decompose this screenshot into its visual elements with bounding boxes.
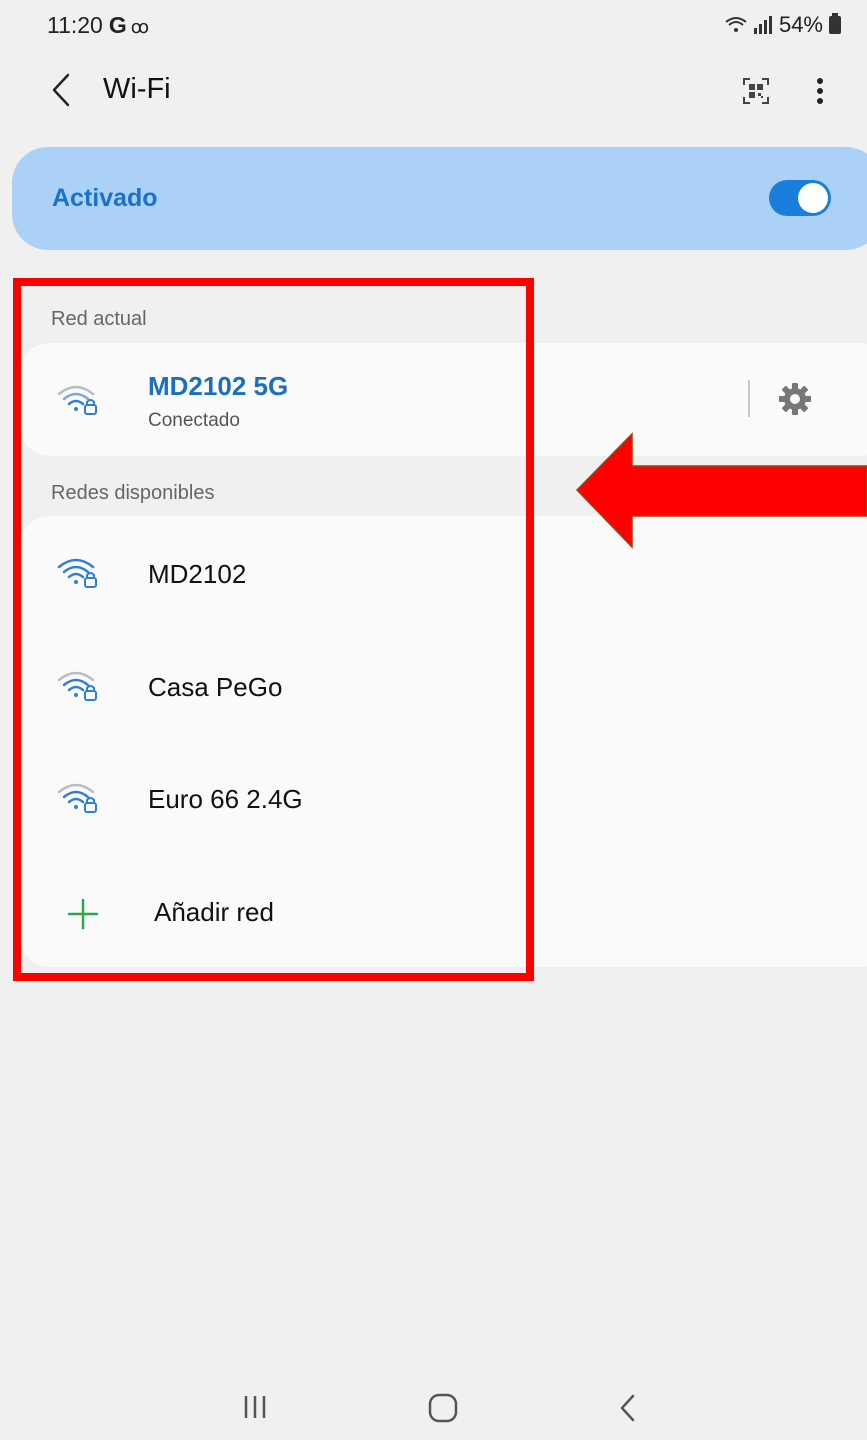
arrow-annotation [575,432,867,549]
battery-percent: 54% [778,12,823,37]
gear-icon [779,383,811,415]
more-options-button[interactable] [806,73,834,109]
wifi-lock-icon [57,558,97,588]
status-time: 11:20 [47,12,103,38]
add-network-button[interactable]: Añadir red [20,862,520,962]
back-button[interactable] [46,71,80,109]
back-nav-button[interactable] [615,1390,641,1426]
wifi-lock-icon [57,385,97,415]
qr-code-button[interactable] [742,77,770,105]
current-network-status: Conectado [148,410,240,431]
recents-button[interactable] [236,1392,274,1422]
wifi-switch[interactable] [769,180,831,216]
status-left: 11:20 Gꝏ [47,12,149,39]
wifi-lock-icon [57,671,97,701]
network-name: MD2102 [148,559,247,589]
back-icon [620,1394,635,1422]
recents-icon [244,1396,266,1418]
home-icon [428,1393,458,1423]
current-network-name: MD2102 5G [148,371,289,401]
voicemail-icon: ꝏ [130,17,150,37]
chevron-left-icon [52,73,70,107]
switch-knob [798,183,828,213]
current-network-row[interactable]: MD2102 5G Conectado [20,349,520,449]
network-row[interactable]: Casa PeGo [20,637,520,737]
more-vert-icon [817,78,823,104]
page-title: Wi-Fi [103,73,171,105]
toggle-label: Activado [52,184,158,212]
divider [748,380,750,417]
signal-icon [753,16,772,34]
network-row[interactable]: MD2102 [20,524,520,624]
add-network-label: Añadir red [154,897,274,927]
status-bar: 11:20 Gꝏ 54% [0,0,867,50]
plus-icon [67,898,99,930]
wifi-toggle-card[interactable]: Activado [12,147,867,250]
qr-code-icon [743,78,769,104]
navigation-bar [0,1370,867,1440]
home-button[interactable] [425,1390,461,1426]
network-row[interactable]: Euro 66 2.4G [20,749,520,849]
battery-icon [829,13,841,34]
network-name: Euro 66 2.4G [148,784,303,814]
carrier-icon: G [108,12,127,38]
current-network-header: Red actual [51,308,147,330]
network-settings-button[interactable] [777,381,813,417]
wifi-lock-icon [57,783,97,813]
status-right: 54% [725,12,841,38]
wifi-status-icon [725,17,747,32]
available-networks-header: Redes disponibles [51,482,215,504]
app-bar: Wi-Fi [0,55,867,125]
network-name: Casa PeGo [148,672,283,702]
